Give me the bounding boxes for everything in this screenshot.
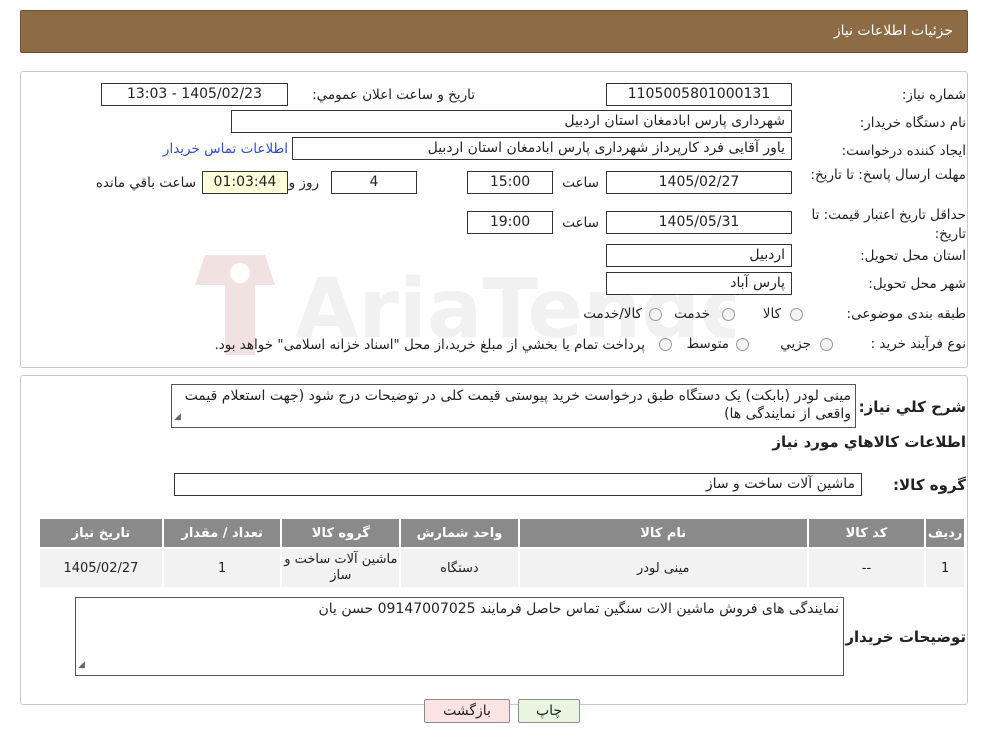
cell-date: 1405/02/27 [38, 547, 164, 589]
requester-label: ايجاد کننده درخواست: [841, 143, 966, 159]
category-goods-radio[interactable] [790, 308, 803, 321]
goods-section-title: اطلاعات کالاهاي مورد نياز [772, 433, 966, 451]
validity-time-label: ساعت [562, 215, 599, 231]
category-service-radio[interactable] [722, 308, 735, 321]
description-label: شرح کلي نياز: [858, 398, 966, 416]
process-label: نوع فرآيند خريد : [870, 336, 966, 352]
announce-label: تاریخ و ساعت اعلان عمومي: [312, 87, 475, 103]
buyer-org-value: شهرداری پارس ابادمغان استان اردبیل [231, 110, 792, 133]
table-row: 1 -- مینی لودر دستگاه ماشین آلات ساخت و … [38, 547, 966, 589]
process-minor-radio[interactable] [820, 338, 833, 351]
category-both-radio[interactable] [649, 308, 662, 321]
cell-code: -- [806, 547, 927, 589]
deadline-time: 15:00 [467, 171, 553, 194]
resize-handle-icon[interactable]: ◢ [174, 408, 181, 426]
cell-row: 1 [924, 547, 966, 589]
treasury-docs-checkbox[interactable] [659, 338, 672, 351]
process-medium-label: متوسط [686, 336, 729, 352]
province-label: استان محل تحويل: [860, 248, 966, 264]
col-row: رديف [924, 517, 966, 549]
category-label: طبقه بندی موضوعی: [846, 306, 966, 322]
page-title: جزئیات اطلاعات نیاز [833, 23, 953, 39]
cell-group: ماشین آلات ساخت و ساز [280, 547, 402, 589]
need-number-label: شماره نیاز: [901, 87, 966, 103]
items-table: رديف کد کالا نام کالا واحد شمارش گروه کا… [38, 517, 966, 589]
validity-date: 1405/05/31 [606, 211, 792, 234]
city-value: پارس آباد [606, 272, 792, 295]
buyer-notes-text: نمایندگی های فروش ماشین الات سنگین تماس … [75, 597, 844, 676]
deadline-time-label: ساعت [562, 175, 599, 191]
remaining-time: 01:03:44 [202, 171, 288, 194]
deadline-date: 1405/02/27 [606, 171, 792, 194]
cell-qty: 1 [161, 547, 283, 589]
remaining-time-label: ساعت باقي مانده [95, 175, 196, 191]
deadline-label: مهلت ارسال پاسخ: تا تاریخ: [810, 167, 966, 183]
days-remaining: 4 [331, 171, 417, 194]
page-header: جزئیات اطلاعات نیاز [20, 10, 968, 53]
items-table-header: رديف کد کالا نام کالا واحد شمارش گروه کا… [38, 517, 966, 549]
items-table-wrapper: رديف کد کالا نام کالا واحد شمارش گروه کا… [38, 517, 966, 589]
col-group: گروه کالا [280, 517, 402, 549]
buyer-org-label: نام دستگاه خريدار: [859, 115, 966, 131]
goods-group-value: ماشین آلات ساخت و ساز [174, 473, 862, 496]
description-content: مینی لودر (بابکت) یک دستگاه طبق درخواست … [184, 388, 851, 422]
requester-value: یاور آقایی فرد کارپرداز شهرداری پارس ابا… [292, 137, 792, 160]
col-qty: تعداد / مقدار [161, 517, 283, 549]
need-number-value: 1105005801000131 [606, 83, 792, 106]
buyer-notes-label: توضيحات خريدار: [839, 628, 966, 646]
province-value: اردبیل [606, 244, 792, 267]
buyer-contact-link[interactable]: اطلاعات تماس خريدار [163, 141, 288, 157]
process-minor-label: جزيي [780, 336, 811, 352]
cell-name: مینی لودر [517, 547, 809, 589]
col-unit: واحد شمارش [399, 517, 520, 549]
print-button[interactable]: چاپ [518, 699, 580, 723]
category-goods-label: کالا [762, 306, 781, 322]
process-note: پرداخت تمام يا بخشي از مبلغ خريد،از محل … [214, 337, 645, 353]
process-medium-radio[interactable] [736, 338, 749, 351]
resize-handle-icon[interactable]: ◢ [78, 656, 85, 674]
col-date: تاريخ نياز [38, 517, 164, 549]
goods-group-label: گروه کالا: [893, 476, 966, 494]
cell-unit: دستگاه [399, 547, 520, 589]
city-label: شهر محل تحويل: [868, 276, 966, 292]
days-label: روز و [288, 175, 319, 191]
announce-value: 1405/02/23 - 13:03 [101, 83, 288, 106]
buyer-notes-content: نمایندگی های فروش ماشین الات سنگین تماس … [318, 601, 839, 617]
validity-label: حداقل تاريخ اعتبار قيمت: تا تاريخ: [811, 207, 966, 242]
col-name: نام کالا [517, 517, 809, 549]
col-code: کد کالا [806, 517, 927, 549]
validity-time: 19:00 [467, 211, 553, 234]
description-text: مینی لودر (بابکت) یک دستگاه طبق درخواست … [171, 384, 856, 428]
category-both-label: کالا/خدمت [583, 306, 642, 322]
category-service-label: خدمت [674, 306, 710, 322]
back-button[interactable]: بازگشت [424, 699, 510, 723]
